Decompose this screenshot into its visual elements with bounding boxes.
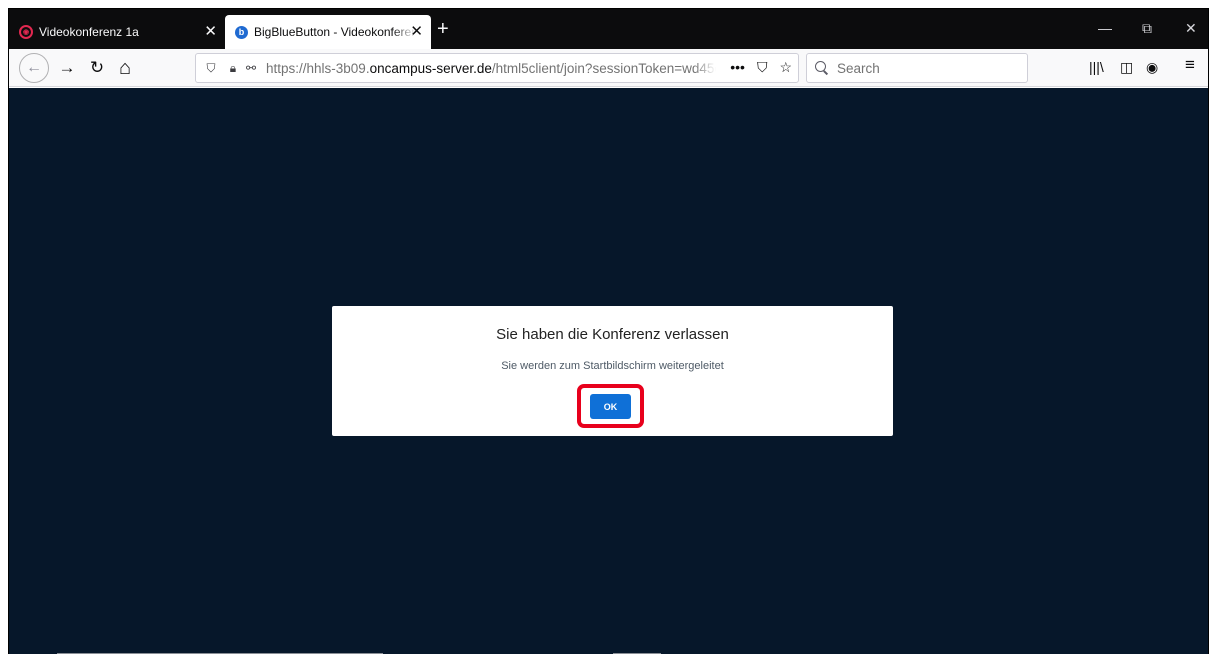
url-prefix: https://hhls-3b09. (266, 60, 370, 76)
minimize-icon[interactable]: — (1098, 21, 1112, 35)
bookmark-star-icon[interactable]: ☆ (779, 59, 792, 76)
shield-icon[interactable]: ⛉ (204, 61, 218, 75)
dialog-title: Sie haben die Konferenz verlassen (496, 326, 729, 343)
navigation-toolbar: ← → ↻ ⌂ ⛉ 🔒︎ ⚯ https://hhls-3b09.oncampu… (9, 49, 1208, 87)
permissions-icon[interactable]: ⚯ (244, 61, 258, 75)
pocket-icon[interactable]: ⛉ (757, 59, 768, 76)
url-domain: oncampus-server.de (369, 60, 492, 76)
tab-title: BigBlueButton - Videokonferenz 1a (254, 25, 416, 39)
page-actions-icon[interactable]: ••• (730, 59, 745, 76)
ok-button[interactable]: OK (590, 394, 631, 419)
close-tab-icon[interactable]: ✕ (410, 24, 423, 39)
leave-dialog: Sie haben die Konferenz verlassen Sie we… (332, 306, 893, 436)
close-window-icon[interactable]: ✕ (1185, 21, 1197, 35)
reload-button[interactable]: ↻ (85, 56, 109, 80)
url-path: /html5client/join?sessionToken=wd45ojl (491, 60, 716, 76)
lock-icon[interactable]: 🔒︎ (226, 61, 240, 75)
search-placeholder: Search (837, 60, 880, 76)
page-content: Sie haben die Konferenz verlassen Sie we… (9, 88, 1208, 654)
close-tab-icon[interactable]: ✕ (204, 24, 217, 39)
search-icon (815, 61, 829, 75)
search-bar[interactable]: Search (806, 53, 1028, 83)
library-icon[interactable]: |||\ (1089, 59, 1104, 75)
tab-bar: ◉ Videokonferenz 1a ✕ b BigBlueButton - … (9, 9, 1208, 49)
tab-videokonferenz[interactable]: ◉ Videokonferenz 1a ✕ (9, 15, 225, 49)
url-actions: ••• ⛉ ☆ (730, 59, 792, 76)
red-circle-icon: ◉ (19, 25, 33, 39)
tab-bigbluebutton[interactable]: b BigBlueButton - Videokonferenz 1a ✕ (225, 15, 431, 49)
account-icon[interactable]: ◉ (1146, 59, 1158, 75)
bigbluebutton-icon: b (235, 25, 248, 39)
new-tab-button[interactable]: + (437, 19, 449, 39)
browser-window: ◉ Videokonferenz 1a ✕ b BigBlueButton - … (8, 8, 1209, 654)
restore-icon[interactable]: ⧉ (1142, 21, 1152, 35)
forward-button[interactable]: → (55, 56, 79, 80)
url-text[interactable]: https://hhls-3b09.oncampus-server.de/htm… (266, 61, 716, 76)
home-button[interactable]: ⌂ (113, 56, 137, 80)
sidebar-icon[interactable]: ◫ (1120, 59, 1133, 75)
dialog-message: Sie werden zum Startbildschirm weitergel… (501, 360, 724, 372)
address-bar[interactable]: ⛉ 🔒︎ ⚯ https://hhls-3b09.oncampus-server… (195, 53, 799, 83)
tab-title: Videokonferenz 1a (39, 25, 139, 39)
back-button[interactable]: ← (19, 53, 49, 83)
menu-icon[interactable]: ≡ (1185, 56, 1195, 73)
